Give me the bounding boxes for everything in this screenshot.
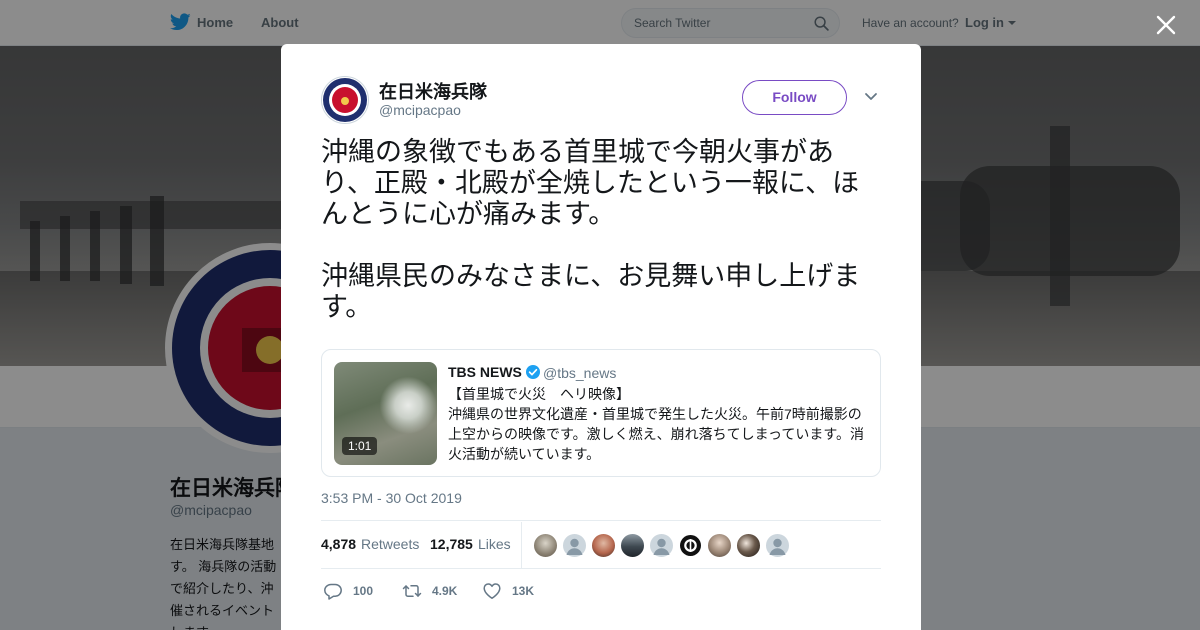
- tweet-author-handle[interactable]: @mcipacpao: [379, 102, 461, 118]
- liker-avatar[interactable]: [736, 533, 761, 558]
- default-avatar-icon: [769, 538, 786, 555]
- like-count[interactable]: 12,785: [430, 536, 473, 552]
- quoted-author-handle: @tbs_news: [543, 365, 617, 381]
- liker-avatar[interactable]: [707, 533, 732, 558]
- liker-avatar[interactable]: [620, 533, 645, 558]
- heart-icon: [483, 583, 501, 599]
- retweet-count[interactable]: 4,878: [321, 536, 356, 552]
- liker-avatar[interactable]: [591, 533, 616, 558]
- reply-icon: [324, 583, 342, 600]
- follow-button[interactable]: Follow: [742, 80, 847, 115]
- quoted-author-name: TBS NEWS: [448, 364, 522, 380]
- divider: [521, 522, 522, 568]
- tweet-text: 沖縄の象徴でもある首里城で今朝火事があり、正殿・北殿が全焼したという一報に、ほん…: [321, 137, 861, 322]
- video-duration: 1:01: [342, 437, 378, 455]
- chevron-down-icon[interactable]: [864, 92, 878, 102]
- marine-corps-seal-icon: [323, 78, 367, 122]
- liker-avatar[interactable]: [649, 533, 674, 558]
- tweet-author-avatar[interactable]: [321, 76, 369, 124]
- bitcoin-logo-icon: [680, 535, 701, 556]
- divider: [321, 520, 881, 521]
- quoted-tweet-text: 【首里城で火災 ヘリ映像】 沖縄県の世界文化遺産・首里城で発生した火災。午前7時…: [448, 386, 864, 462]
- liker-avatar[interactable]: [678, 533, 703, 558]
- retweet-icon: [402, 584, 422, 598]
- like-action-count: 13K: [512, 584, 535, 598]
- reply-count: 100: [353, 584, 374, 598]
- quoted-tweet-card[interactable]: 1:01 TBS NEWS @tbs_news 【首里城で火災 ヘリ映像】 沖縄…: [321, 349, 881, 477]
- tweet-author-name[interactable]: 在日米海兵隊: [379, 78, 487, 104]
- like-label[interactable]: Likes: [478, 536, 511, 552]
- default-avatar-icon: [653, 538, 670, 555]
- liker-avatar[interactable]: [562, 533, 587, 558]
- verified-badge-icon: [526, 365, 540, 379]
- liker-avatar[interactable]: [765, 533, 790, 558]
- divider: [321, 568, 881, 569]
- default-avatar-icon: [566, 538, 583, 555]
- retweet-label[interactable]: Retweets: [361, 536, 419, 552]
- video-thumbnail[interactable]: 1:01: [334, 362, 437, 465]
- tweet-timestamp[interactable]: 3:53 PM - 30 Oct 2019: [321, 490, 462, 506]
- close-icon[interactable]: [1155, 14, 1177, 36]
- liker-avatar[interactable]: [533, 533, 558, 558]
- retweet-action-count: 4.9K: [432, 584, 458, 598]
- tweet-modal: 在日米海兵隊 @mcipacpao Follow 沖縄の象徴でもある首里城で今朝…: [281, 44, 921, 630]
